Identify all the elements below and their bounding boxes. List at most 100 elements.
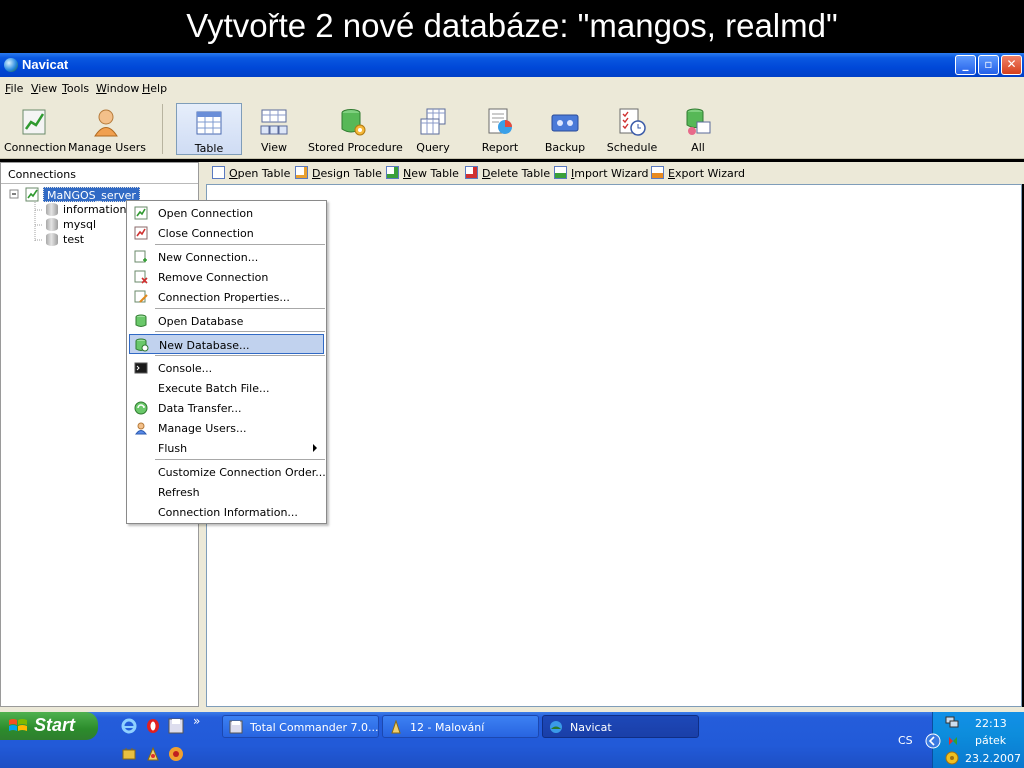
menu-console[interactable]: Console... [129,358,324,378]
delete-table-icon [465,166,478,179]
remove-connection-icon [134,270,148,284]
taskbar-task-total-commander[interactable]: Total Commander 7.0... [222,715,379,738]
clock-day: pátek [975,734,1007,747]
toolbar-manage-users-button[interactable]: Manage Users [68,103,146,155]
menu-separator [155,244,325,245]
menu-open-connection[interactable]: Open Connection [129,203,324,223]
opera-browser-icon[interactable] [145,718,161,734]
menu-open-database[interactable]: Open Database [129,311,324,331]
open-table-accel: O [229,167,238,180]
menu-refresh-label: Refresh [158,486,200,499]
menu-console-label: Console... [158,362,213,375]
clock-time[interactable]: 22:13 [975,717,1007,730]
menu-execute-batch-file[interactable]: Execute Batch File... [129,378,324,398]
network-status-icon[interactable] [945,716,959,728]
tree-db-mysql[interactable]: mysql [63,218,96,233]
menu-close-connection[interactable]: Close Connection [129,223,324,243]
toolbar-report-button[interactable]: Report [474,103,526,155]
import-wizard-label: mport Wizard [574,167,649,180]
minimize-button[interactable]: _ [955,55,976,75]
start-button[interactable]: Start [0,712,98,740]
toolbar-all-button[interactable]: All [676,103,720,155]
table-actions-toolbar: Open Table Design Table New Table Delete… [206,162,1024,184]
main-toolbar: Connection Manage Users Table View Store… [0,99,1024,159]
schedule-icon [619,108,646,136]
toolbar-schedule-button[interactable]: Schedule [604,103,660,155]
all-objects-icon [686,108,711,135]
menu-remove-connection[interactable]: Remove Connection [129,267,324,287]
windows-logo-icon [9,719,27,731]
menu-view[interactable]: View [31,82,57,95]
taskbar-task-paint[interactable]: 12 - Malování [382,715,539,738]
toolbar-backup-button[interactable]: Backup [540,103,590,155]
open-table-icon [212,166,225,179]
table-icon [196,111,222,135]
design-table-icon [295,166,308,179]
menu-file[interactable]: File [5,82,23,95]
menu-data-transfer[interactable]: Data Transfer... [129,398,324,418]
open-database-icon [135,314,147,327]
stored-procedure-icon [341,109,366,136]
menu-separator [155,331,325,332]
menu-data-transfer-label: Data Transfer... [158,402,242,415]
menu-tools[interactable]: Tools [62,82,89,95]
toolbar-query-button[interactable]: Query [408,103,458,155]
open-table-button[interactable]: Open Table [212,166,290,180]
design-table-button[interactable]: Design Table [295,166,382,180]
new-table-icon [386,166,399,179]
taskbar-task-total-commander-label: Total Commander 7.0... [250,721,379,734]
save-disk-icon[interactable] [168,718,184,734]
media-icon[interactable] [168,746,184,762]
toolbar-connection-button[interactable]: Connection [4,103,66,155]
network-tool-icon[interactable] [121,746,137,762]
menu-connection-information[interactable]: Connection Information... [129,502,324,522]
tray-expand-chevron-icon[interactable] [925,733,941,749]
menu-open-connection-label: Open Connection [158,207,254,220]
backup-icon [551,114,579,132]
menu-execute-batch-file-label: Execute Batch File... [158,382,270,395]
new-table-button[interactable]: New Table [386,166,459,180]
menu-tools-label: ools [66,82,90,95]
menu-new-database[interactable]: New Database... [129,334,324,354]
taskbar-task-paint-label: 12 - Malování [410,721,485,734]
menu-remove-connection-label: Remove Connection [158,271,269,284]
object-list-pane[interactable] [206,184,1022,707]
submenu-arrow-icon [313,444,317,452]
database-icon [46,233,58,246]
menu-flush[interactable]: Flush [129,438,324,458]
security-center-icon[interactable] [945,751,959,765]
quicklaunch-overflow-button[interactable]: » [193,714,209,730]
menu-connection-information-label: Connection Information... [158,506,298,519]
menu-separator [155,459,325,460]
language-indicator[interactable]: CS [898,734,913,747]
import-wizard-button[interactable]: Import Wizard [554,166,649,180]
navicat-app-icon [4,58,18,72]
toolbar-schedule-label: Schedule [606,141,658,154]
menu-connection-properties[interactable]: Connection Properties... [129,287,324,307]
window-title: Navicat [22,57,69,72]
delete-table-button[interactable]: Delete Table [465,166,550,180]
toolbar-table-button[interactable]: Table [176,103,242,155]
menu-manage-users[interactable]: Manage Users... [129,418,324,438]
menu-help-label: elp [150,82,168,95]
paint-icon[interactable] [145,746,161,762]
toolbar-view-button[interactable]: View [248,103,300,155]
menu-window-label: indow [106,82,140,95]
window-title-bar[interactable]: Navicat _ ▫ ✕ [0,53,1024,77]
menu-refresh[interactable]: Refresh [129,482,324,502]
taskbar-task-navicat[interactable]: Navicat [542,715,699,738]
export-wizard-button[interactable]: Export Wizard [651,166,745,180]
close-connection-icon [134,226,148,240]
menu-new-connection[interactable]: New Connection... [129,247,324,267]
menu-customize-connection-order[interactable]: Customize Connection Order... [129,462,326,482]
toolbar-stored-procedure-button[interactable]: Stored Procedure [308,103,403,155]
connection-properties-icon [134,290,148,303]
volume-icon[interactable] [947,734,959,748]
menu-help[interactable]: Help [142,82,167,95]
user-icon [94,109,118,137]
internet-explorer-icon[interactable] [121,718,137,734]
close-button[interactable]: ✕ [1001,55,1022,75]
menu-window[interactable]: Window [96,82,139,95]
maximize-button[interactable]: ▫ [978,55,999,75]
tree-db-test[interactable]: test [63,233,84,248]
